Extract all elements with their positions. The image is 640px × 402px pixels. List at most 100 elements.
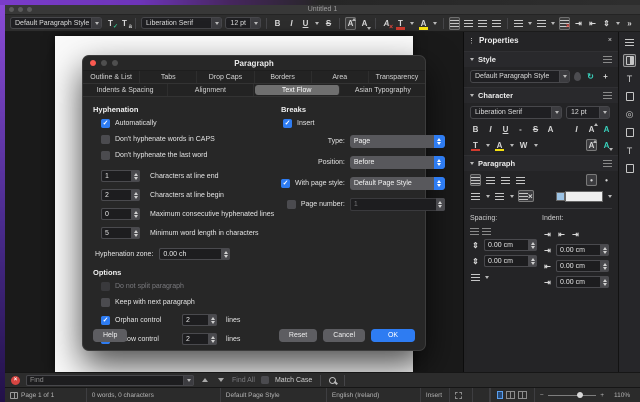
chevron-down-icon[interactable] bbox=[599, 107, 609, 118]
navigator-deck-icon[interactable]: ◎ bbox=[623, 108, 636, 121]
paragraph-background-icon[interactable]: × bbox=[518, 190, 534, 202]
highlight-color-icon[interactable]: A bbox=[418, 17, 429, 30]
language-item[interactable]: English (Ireland) bbox=[327, 388, 421, 402]
decrease-size-icon[interactable]: A bbox=[601, 123, 612, 135]
tab-tabs[interactable]: Tabs bbox=[140, 71, 197, 83]
before-text-indent-spinner[interactable]: 0.00 cm bbox=[556, 244, 609, 256]
tab-alignment[interactable]: Alignment bbox=[168, 84, 253, 96]
chevron-down-icon[interactable] bbox=[183, 376, 193, 385]
strikethrough-icon[interactable]: S bbox=[530, 123, 541, 135]
no-list-icon[interactable]: × bbox=[559, 17, 570, 30]
no-caps-checkbox[interactable] bbox=[101, 135, 110, 144]
orphan-lines-value[interactable]: 2 bbox=[182, 314, 208, 326]
font-color-menu-icon[interactable] bbox=[409, 17, 415, 30]
fill-format-icon[interactable] bbox=[574, 72, 581, 81]
stepper[interactable] bbox=[528, 239, 537, 251]
paragraph-spacing-icon[interactable]: ⇕ bbox=[601, 17, 612, 30]
chars-line-end-spinner[interactable]: 1 bbox=[101, 170, 140, 182]
section-menu-icon[interactable] bbox=[603, 56, 612, 63]
stepper[interactable] bbox=[221, 248, 230, 260]
zoom-slider[interactable] bbox=[548, 395, 597, 396]
chevron-down-icon[interactable] bbox=[559, 71, 569, 82]
italic-icon[interactable]: I bbox=[286, 17, 297, 30]
properties-deck-icon[interactable] bbox=[623, 54, 636, 67]
stepper[interactable] bbox=[600, 260, 609, 272]
increase-indent-icon[interactable]: ⇥ bbox=[573, 17, 584, 30]
orphan-lines-spinner[interactable]: 2 bbox=[182, 314, 217, 326]
underline-icon[interactable]: U bbox=[500, 123, 511, 135]
highlight-color-icon[interactable]: A bbox=[494, 139, 505, 151]
zoom-in-icon[interactable]: + bbox=[600, 392, 604, 399]
shadow-icon[interactable]: A bbox=[545, 123, 556, 135]
styles-deck-icon[interactable]: T bbox=[623, 72, 636, 85]
help-button[interactable]: Help bbox=[93, 329, 127, 342]
style-inspector-deck-icon[interactable]: T bbox=[623, 144, 636, 157]
subscript-icon[interactable]: A bbox=[601, 139, 612, 151]
tab-text-flow[interactable]: Text Flow bbox=[255, 85, 340, 95]
ordered-list-icon[interactable] bbox=[494, 190, 505, 202]
update-style-icon[interactable]: T✓ bbox=[105, 17, 116, 30]
find-next-icon[interactable] bbox=[216, 378, 226, 382]
case-rotate-icon[interactable]: W bbox=[518, 139, 529, 151]
align-center-icon[interactable] bbox=[463, 17, 474, 30]
update-style-icon[interactable]: ↻ bbox=[585, 71, 596, 83]
multi-page-view-icon[interactable] bbox=[506, 391, 515, 399]
superscript-icon[interactable]: A bbox=[345, 17, 356, 30]
sidebar-font-combo[interactable]: Liberation Serif bbox=[470, 106, 562, 119]
spacing-preset2-icon[interactable] bbox=[482, 228, 491, 235]
keep-with-next-checkbox[interactable] bbox=[101, 298, 110, 307]
font-name-combo[interactable]: Liberation Serif bbox=[141, 17, 222, 29]
chevron-down-icon[interactable] bbox=[551, 107, 561, 118]
min-word-length-spinner[interactable]: 5 bbox=[101, 227, 140, 239]
insert-mode-item[interactable]: Insert bbox=[421, 388, 450, 402]
hyphenation-zone-value[interactable]: 0.00 ch bbox=[159, 248, 221, 260]
find-input[interactable] bbox=[27, 376, 183, 385]
stepper[interactable] bbox=[131, 227, 140, 239]
page-count-item[interactable]: Page 1 of 1 bbox=[5, 388, 87, 402]
stepper[interactable] bbox=[208, 314, 217, 326]
paragraph-section-header[interactable]: Paragraph bbox=[464, 155, 618, 171]
tab-area[interactable]: Area bbox=[312, 71, 369, 83]
toolbar-overflow-icon[interactable]: » bbox=[624, 17, 635, 30]
stepper[interactable] bbox=[131, 170, 140, 182]
increase-size-icon[interactable]: A bbox=[586, 123, 597, 135]
stepper[interactable] bbox=[600, 244, 609, 256]
line-spacing-icon[interactable] bbox=[470, 271, 481, 283]
chars-line-begin-value[interactable]: 2 bbox=[101, 189, 131, 201]
decrease-indent-icon[interactable]: ⇤ bbox=[556, 228, 567, 240]
hyphenation-zone-spinner[interactable]: 0.00 ch bbox=[159, 248, 230, 260]
break-type-dropdown[interactable]: Page bbox=[350, 135, 445, 148]
max-hyphen-lines-value[interactable]: 0 bbox=[101, 208, 131, 220]
chevron-down-icon[interactable] bbox=[91, 18, 101, 28]
tab-borders[interactable]: Borders bbox=[255, 71, 312, 83]
stepper[interactable] bbox=[600, 276, 609, 288]
new-style-icon[interactable]: + bbox=[600, 71, 611, 83]
highlight-menu-icon[interactable] bbox=[509, 139, 514, 151]
stepper[interactable] bbox=[131, 208, 140, 220]
ordered-list-icon[interactable] bbox=[536, 17, 547, 30]
break-position-dropdown[interactable]: Before bbox=[350, 156, 445, 169]
space-above-spinner[interactable]: 0.00 cm bbox=[484, 239, 537, 251]
space-below-value[interactable]: 0.00 cm bbox=[484, 255, 528, 267]
character-section-header[interactable]: Character bbox=[464, 87, 618, 103]
line-spacing-menu-icon[interactable] bbox=[484, 271, 489, 283]
unordered-list-icon[interactable] bbox=[470, 190, 481, 202]
orphan-control-checkbox[interactable]: ✓ bbox=[101, 316, 110, 325]
bold-icon[interactable]: B bbox=[470, 123, 481, 135]
align-left-icon[interactable] bbox=[470, 174, 481, 186]
zoom-out-icon[interactable]: − bbox=[540, 392, 544, 399]
after-text-indent-value[interactable]: 0.00 cm bbox=[556, 260, 600, 272]
min-word-length-value[interactable]: 5 bbox=[101, 227, 131, 239]
page-style-dropdown[interactable]: Default Page Style bbox=[350, 177, 445, 190]
gallery-deck-icon[interactable] bbox=[623, 90, 636, 103]
align-right-icon[interactable] bbox=[500, 174, 511, 186]
ordered-list-menu-icon[interactable] bbox=[509, 190, 514, 202]
underline-menu-icon[interactable]: - bbox=[515, 123, 526, 135]
bold-icon[interactable]: B bbox=[272, 17, 283, 30]
first-line-indent-spinner[interactable]: 0.00 cm bbox=[556, 276, 609, 288]
selection-mode-item[interactable] bbox=[450, 388, 472, 402]
after-text-indent-spinner[interactable]: 0.00 cm bbox=[556, 260, 609, 272]
paragraph-spacing-menu-icon[interactable] bbox=[615, 17, 621, 30]
chars-line-begin-spinner[interactable]: 2 bbox=[101, 189, 140, 201]
no-last-word-checkbox[interactable] bbox=[101, 151, 110, 160]
